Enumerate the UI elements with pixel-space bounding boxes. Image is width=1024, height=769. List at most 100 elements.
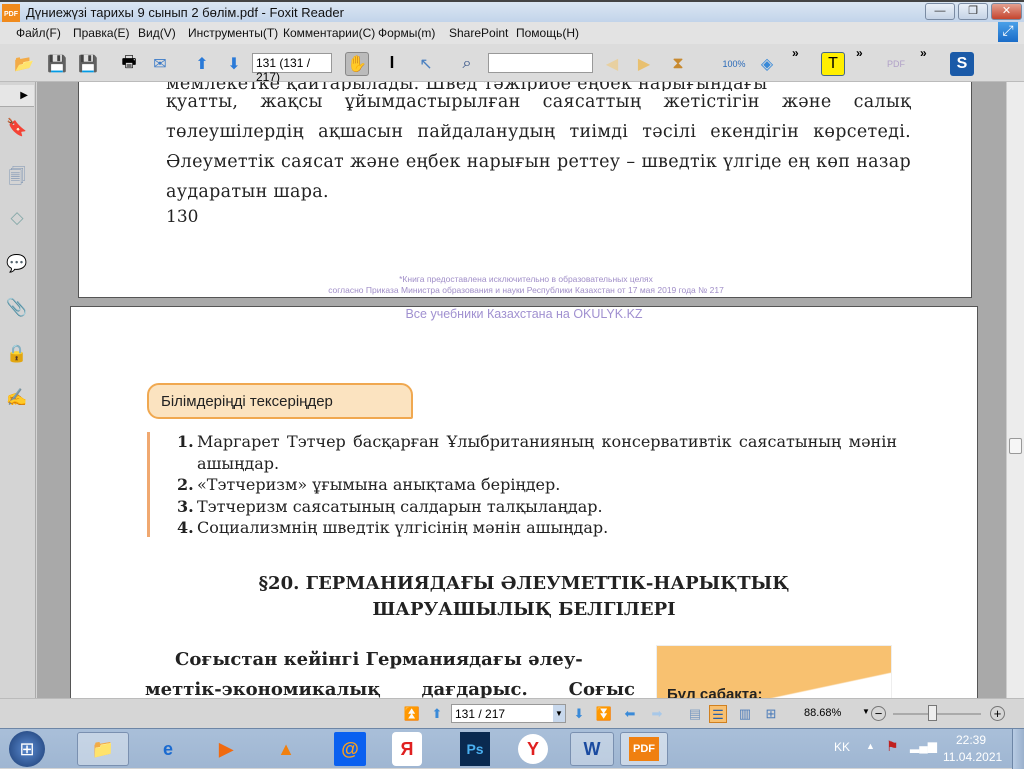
zoom-in-icon[interactable]: + (990, 706, 1005, 721)
last-page-icon[interactable]: ⏬ (595, 705, 613, 723)
highlight-text-icon[interactable]: T (821, 52, 845, 76)
expand-sidebar-button[interactable]: ▶ (0, 85, 34, 107)
minimize-button[interactable]: — (925, 3, 955, 20)
menu-help[interactable]: Помощь(H) (516, 26, 579, 40)
security-icon[interactable]: 🔒 (6, 344, 28, 368)
notice-line-2: согласно Приказа Министра образования и … (328, 285, 724, 295)
list-item: 1. Маргарет Тэтчер басқарған Ұлыбританиян… (177, 431, 897, 474)
menu-bar: Файл(F) Правка(E) Вид(V) Инструменты(T) … (0, 22, 1024, 44)
zoom-slider-thumb[interactable] (928, 705, 937, 721)
continuous-page-icon[interactable]: ☰ (709, 705, 727, 723)
show-desktop-button[interactable] (1012, 729, 1024, 769)
question-text: Маргарет Тэтчер басқарған Ұлыбританияның… (197, 432, 897, 473)
fullscreen-icon[interactable]: ⤢ (998, 22, 1018, 42)
zoom-level[interactable]: 88.68% (804, 707, 841, 719)
overflow-icon[interactable]: » (792, 46, 799, 60)
language-indicator[interactable]: KK (834, 740, 850, 754)
taskbar-foxit-reader-icon[interactable]: PDF (620, 732, 668, 766)
previous-page-icon[interactable]: ⬆ (190, 52, 214, 76)
taskbar-internet-explorer-icon[interactable]: e (146, 732, 190, 766)
previous-page-icon[interactable]: ⬆ (428, 705, 446, 723)
go-forward-icon[interactable]: ➡ (648, 705, 666, 723)
show-hidden-icons-icon[interactable]: ▲ (866, 741, 875, 751)
taskbar-word-icon[interactable]: W (570, 732, 614, 766)
page-select[interactable]: 131 / 217 ▼ (451, 704, 566, 723)
action-center-flag-icon[interactable]: ⚑ (886, 738, 899, 755)
comments-icon[interactable]: 💬 (6, 254, 28, 278)
next-page-icon[interactable]: ⬇ (222, 52, 246, 76)
single-page-icon[interactable]: ▤ (686, 705, 704, 723)
select-text-icon[interactable]: 𝐈 (380, 52, 404, 76)
signature-icon[interactable]: ✍ (6, 388, 28, 412)
email-icon[interactable]: ✉ (148, 52, 172, 76)
menu-view[interactable]: Вид(V) (138, 26, 176, 40)
taskbar-yandex-browser-icon[interactable]: Y (518, 734, 548, 764)
menu-comments[interactable]: Комментарии(C) (283, 26, 375, 40)
first-page-icon[interactable]: ⏫ (403, 705, 421, 723)
signature-tool-icon[interactable]: S (950, 52, 974, 76)
forward-view-icon[interactable]: ▶ (632, 52, 656, 76)
taskbar-yandex-icon[interactable]: Я (392, 732, 422, 766)
network-signal-icon[interactable]: ▂▄▆ (910, 739, 937, 753)
overflow-icon[interactable]: » (920, 46, 927, 60)
document-view[interactable]: мемлекетке қайтарылады. Швед тәжірибе ең… (37, 82, 1006, 698)
taskbar-photoshop-icon[interactable]: Ps (460, 732, 490, 766)
create-pdf-icon[interactable]: PDF (884, 52, 908, 76)
taskbar-vlc-icon[interactable]: ▲ (264, 732, 308, 766)
start-button[interactable]: ⊞ (9, 731, 45, 767)
menu-sharepoint[interactable]: SharePoint (449, 26, 508, 40)
window-title: Дүниежүзі тарихы 9 сынып 2 бөлім.pdf - F… (26, 5, 344, 20)
zoom-dropdown-icon[interactable]: ▼ (862, 707, 870, 716)
clock-time[interactable]: 22:39 (956, 733, 986, 747)
taskbar-explorer-icon[interactable]: 📁 (77, 732, 129, 766)
page-paragraph: қуатты, жақсы ұйымдастырылған саясаттың … (166, 92, 911, 202)
overflow-icon[interactable]: » (856, 46, 863, 60)
clock-date[interactable]: 11.04.2021 (943, 750, 1002, 764)
section-paragraph: Соғыстан кейінгі Германиядағы әлеу- метт… (145, 645, 635, 698)
restore-button[interactable]: ❐ (958, 3, 988, 20)
toolbar: 📂 💾 💾 🖶 ✉ ⬆ ⬇ 131 (131 / 217) ✋ 𝐈 ↖ ⌕ ◀ … (0, 44, 1024, 84)
section-heading-line-1: §20. ГЕРМАНИЯДАҒЫ ӘЛЕУМЕТТІК-НАРЫҚТЫҚ (258, 573, 790, 594)
print-icon[interactable]: 🖶 (117, 52, 141, 76)
facing-pages-icon[interactable]: ▥ (736, 705, 754, 723)
menu-edit[interactable]: Правка(E) (73, 26, 130, 40)
select-arrow-icon[interactable]: ↖ (414, 52, 438, 76)
menu-file[interactable]: Файл(F) (16, 26, 61, 40)
fit-page-icon[interactable]: ◈ (755, 52, 779, 76)
page-number-input[interactable]: 131 (131 / 217) (252, 53, 332, 84)
scrollbar-thumb[interactable] (1009, 438, 1022, 454)
navigation-sidebar: ▶ 🔖 🗐 ◇ 💬 📎 🔒 ✍ (0, 82, 36, 698)
save-as-icon[interactable]: 💾 (76, 52, 100, 76)
back-view-icon[interactable]: ◀ (600, 52, 624, 76)
attachment-icon[interactable]: 📎 (6, 298, 28, 322)
menu-forms[interactable]: Формы(m) (378, 26, 435, 40)
find-icon[interactable]: ⌕ (455, 52, 479, 76)
vertical-scrollbar[interactable] (1006, 82, 1024, 698)
close-button[interactable]: ✕ (991, 3, 1022, 20)
question-number: 1. (177, 432, 194, 451)
hand-tool-icon[interactable]: ✋ (345, 52, 369, 76)
watermark-text: Все учебники Казахстана на OKULYK.KZ (405, 307, 643, 321)
typewriter-icon[interactable]: ⧗ (666, 52, 690, 76)
bookmark-icon[interactable]: 🔖 (6, 118, 28, 142)
pdf-page-130: мемлекетке қайтарылады. Швед тәжірибе ең… (78, 82, 972, 298)
go-back-icon[interactable]: ⬅ (621, 705, 639, 723)
zoom-out-icon[interactable]: − (871, 706, 886, 721)
continuous-facing-icon[interactable]: ⊞ (762, 705, 780, 723)
pages-icon[interactable]: 🗐 (6, 164, 28, 188)
section-heading: §20. ГЕРМАНИЯДАҒЫ ӘЛЕУМЕТТІК-НАРЫҚТЫҚ ША… (71, 571, 977, 623)
question-text: Тэтчеризм саясатының салдарын талқылаңда… (197, 496, 603, 516)
search-input[interactable] (488, 53, 593, 73)
dropdown-arrow-icon[interactable]: ▼ (553, 705, 565, 722)
taskbar-media-player-icon[interactable]: ▶ (204, 732, 248, 766)
notice-line-1: *Книга предоставлена исключительно в обр… (399, 274, 653, 284)
save-icon[interactable]: 💾 (45, 52, 69, 76)
open-icon[interactable]: 📂 (12, 52, 36, 76)
menu-tools[interactable]: Инструменты(T) (188, 26, 278, 40)
zoom-slider[interactable] (893, 713, 981, 715)
actual-size-icon[interactable]: 100% (722, 52, 746, 76)
question-text: Социализмнің шведтік үлгісінің мәнін ашы… (197, 518, 609, 537)
taskbar-mail-icon[interactable]: @ (334, 732, 366, 766)
next-page-icon[interactable]: ⬇ (570, 705, 588, 723)
layers-icon[interactable]: ◇ (6, 208, 28, 232)
